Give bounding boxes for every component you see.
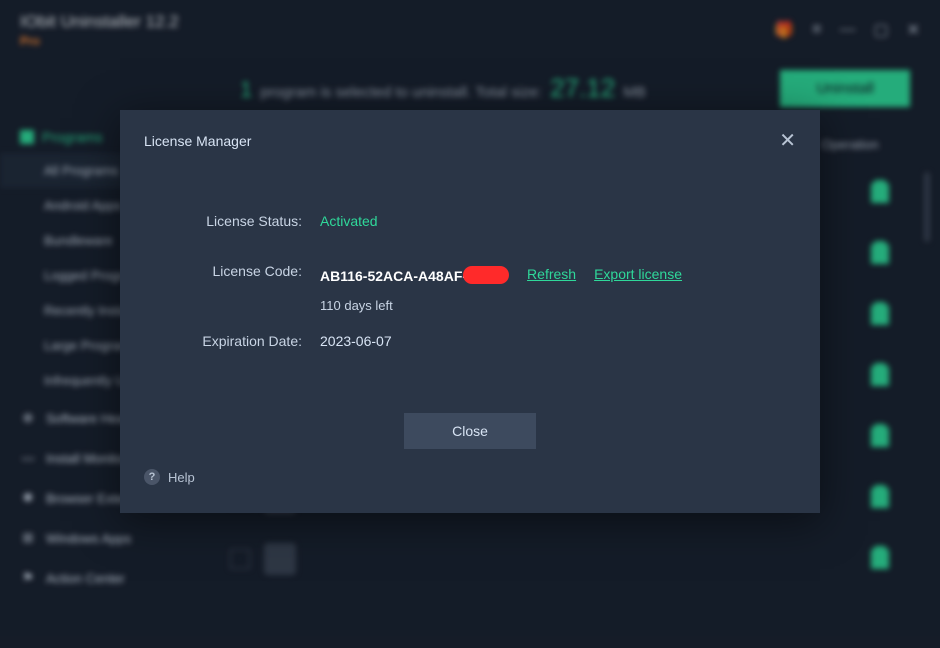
license-code-row: License Code: AB116-52ACA-A48AF- Refresh… [160,263,780,284]
expiration-value: 2023-06-07 [320,333,780,349]
help-icon: ? [144,469,160,485]
modal-title: License Manager [144,133,251,149]
help-label: Help [168,470,195,485]
redacted-segment [463,266,509,284]
modal-close-icon[interactable]: ✕ [779,128,796,153]
modal-overlay: License Manager ✕ License Status: Activa… [0,0,940,648]
license-manager-dialog: License Manager ✕ License Status: Activa… [120,110,820,513]
expiration-date: 2023-06-07 [320,333,392,349]
export-license-link[interactable]: Export license [594,266,682,282]
expiration-row: Expiration Date: 2023-06-07 [160,333,780,349]
expiration-label: Expiration Date: [160,333,320,349]
modal-footer: Close [120,413,820,469]
refresh-link[interactable]: Refresh [527,266,576,282]
license-code-value: AB116-52ACA-A48AF- Refresh Export licens… [320,263,780,284]
activated-text: Activated [320,213,378,229]
help-row[interactable]: ? Help [120,469,820,493]
close-button[interactable]: Close [404,413,536,449]
days-left-text: 110 days left [320,298,393,313]
license-code-label: License Code: [160,263,320,279]
license-code-text: AB116-52ACA-A48AF- [320,263,509,284]
license-status-label: License Status: [160,213,320,229]
modal-body: License Status: Activated License Code: … [120,163,820,413]
days-left-row: 110 days left [160,290,780,313]
license-status-row: License Status: Activated [160,213,780,229]
modal-header: License Manager ✕ [120,110,820,163]
license-status-value: Activated [320,213,780,229]
